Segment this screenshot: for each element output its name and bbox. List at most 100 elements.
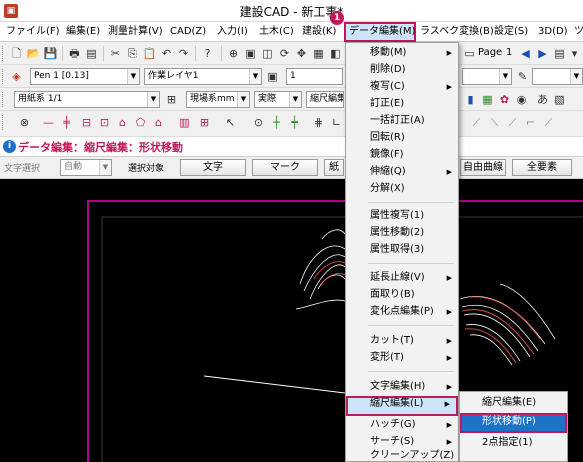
menu-item-move[interactable]: 移動(M) ▶	[346, 45, 458, 61]
toolbar-grip[interactable]	[2, 92, 5, 107]
menu-item-stretch[interactable]: 伸縮(Q) ▶	[346, 164, 458, 180]
menu-raster-vector[interactable]: ラスベク変換(B)	[420, 22, 494, 42]
pen-select[interactable]: Pen 1 [0.13] ▼	[30, 68, 140, 85]
moji-button[interactable]: 文字	[180, 159, 246, 176]
toolbar-grip[interactable]	[2, 69, 5, 84]
pan-icon[interactable]: ✥	[293, 45, 310, 62]
menu-input[interactable]: 入力(I)	[217, 22, 248, 42]
menu-civil[interactable]: 土木(C)	[259, 22, 294, 42]
scale-select[interactable]: 実際 ▼	[254, 91, 302, 108]
menu-item-attr-move[interactable]: 属性移動(2)	[346, 225, 458, 241]
snap-icon[interactable]: ⊗	[16, 114, 33, 131]
undo-icon[interactable]: ↶	[158, 45, 175, 62]
prev-page-icon[interactable]: ◀	[517, 45, 534, 62]
eyedropper-icon[interactable]: ✎	[514, 68, 531, 85]
open-folder-icon[interactable]: 📂	[25, 45, 42, 62]
menu-item-hatch[interactable]: ハッチ(G) ▶	[346, 417, 458, 433]
coordinate-icon[interactable]: ⊞	[163, 91, 180, 108]
menu-item-cut[interactable]: カット(T) ▶	[346, 333, 458, 349]
menu-item-scale-edit[interactable]: 縮尺編集(L) ▶	[346, 396, 458, 416]
offset-icon[interactable]: ⟋	[504, 114, 521, 131]
point-snap-icon[interactable]: ⊙	[250, 114, 267, 131]
hatch-icon[interactable]: ▧	[551, 91, 568, 108]
menu-item-cleanup[interactable]: クリーンアップ(Z)	[346, 448, 458, 462]
line-icon[interactable]: —	[40, 114, 57, 131]
zoom-window-icon[interactable]: ▣	[242, 45, 259, 62]
layer-icon[interactable]: ◈	[8, 68, 25, 85]
help-icon[interactable]: ?	[199, 45, 216, 62]
submenu-item-shape-move[interactable]: 形状移動(P)	[460, 413, 567, 433]
menu-construction[interactable]: 建設(K)	[302, 22, 336, 42]
paper-select[interactable]: 用紙系 1/1 ▼	[14, 91, 160, 108]
mark-button[interactable]: マーク	[252, 159, 318, 176]
unit-select[interactable]: 現場系mm ▼	[186, 91, 250, 108]
menu-3d[interactable]: 3D(D)	[538, 22, 568, 42]
line-type-select[interactable]: ▼	[462, 68, 512, 85]
menu-edit[interactable]: 編集(E)	[66, 22, 100, 42]
partial-button[interactable]: 紙	[324, 159, 344, 176]
menu-tools[interactable]: ツ	[574, 22, 583, 42]
layer-settings-icon[interactable]: ▣	[264, 68, 281, 85]
paint-icon[interactable]: ◉	[513, 91, 530, 108]
free-curve-button[interactable]: 自由曲線	[460, 159, 506, 176]
end-snap-icon[interactable]: ┼	[268, 114, 285, 131]
trim-icon[interactable]: ⟋	[468, 114, 485, 131]
box-icon[interactable]: ⊡	[96, 114, 113, 131]
new-file-icon[interactable]: 🗋	[8, 45, 25, 62]
menu-item-mirror[interactable]: 鏡像(F)	[346, 147, 458, 163]
fillet-icon[interactable]: ⌐	[522, 114, 539, 131]
palette-icon[interactable]: ▦	[479, 91, 496, 108]
house-icon[interactable]: ⌂	[114, 114, 131, 131]
frame-icon[interactable]: ▥	[176, 114, 193, 131]
mid-snap-icon[interactable]: ┿	[286, 114, 303, 131]
line-select[interactable]: 1	[286, 68, 343, 85]
all-elements-button[interactable]: 全要素	[512, 159, 572, 176]
intersection-snap-icon[interactable]: ⋕	[310, 114, 327, 131]
tangent-snap-icon[interactable]: ∟	[328, 114, 345, 131]
style-icon[interactable]: ✿	[496, 91, 513, 108]
redraw-icon[interactable]: ⟳	[276, 45, 293, 62]
layer-select[interactable]: 作業レイヤ1 ▼	[144, 68, 262, 85]
menu-item-transform[interactable]: 変形(T) ▶	[346, 350, 458, 366]
menu-item-attr-copy[interactable]: 属性複写(1)	[346, 208, 458, 224]
menu-item-explode[interactable]: 分解(X)	[346, 181, 458, 197]
zoom-all-icon[interactable]: ◫	[259, 45, 276, 62]
extend-icon[interactable]: ⟍	[486, 114, 503, 131]
shape-icon[interactable]: ⌂	[150, 114, 167, 131]
menu-data-edit[interactable]: データ編集(M)	[344, 22, 416, 42]
paste-icon[interactable]: 📋	[141, 45, 158, 62]
text-icon[interactable]: あ	[534, 91, 551, 108]
submenu-item-two-point[interactable]: 2点指定(1)	[460, 434, 567, 452]
menu-cad[interactable]: CAD(Z)	[170, 22, 206, 42]
save-icon[interactable]: 💾	[42, 45, 59, 62]
print-preview-icon[interactable]: ▤	[83, 45, 100, 62]
polygon-icon[interactable]: ⬠	[132, 114, 149, 131]
copy-icon[interactable]: ⎘	[124, 45, 141, 62]
table-icon[interactable]: ⊞	[196, 114, 213, 131]
menu-item-batch-correct[interactable]: 一括訂正(A)	[346, 113, 458, 129]
rectangle-icon[interactable]: ⊟	[78, 114, 95, 131]
cut-icon[interactable]: ✂	[107, 45, 124, 62]
char-select-dropdown[interactable]: 自動 ▼	[60, 159, 112, 176]
redo-icon[interactable]: ↷	[175, 45, 192, 62]
submenu-item-scale-edit[interactable]: 縮尺編集(E)	[460, 394, 567, 412]
next-page-icon[interactable]: ▶	[534, 45, 551, 62]
cross-line-icon[interactable]: ╪	[58, 114, 75, 131]
menu-item-rotate[interactable]: 回転(R)	[346, 130, 458, 146]
menu-survey[interactable]: 測量計算(V)	[108, 22, 163, 42]
more-icon[interactable]: ▾	[566, 45, 583, 62]
print-icon[interactable]: 🖶	[66, 45, 83, 62]
menu-settings[interactable]: 設定(S)	[494, 22, 528, 42]
menu-file[interactable]: ファイル(F)	[6, 22, 60, 42]
view-icon[interactable]: ◧	[327, 45, 344, 62]
menu-item-delete[interactable]: 削除(D)	[346, 62, 458, 78]
menu-item-chamfer[interactable]: 面取り(B)	[346, 287, 458, 303]
menu-item-vertex-edit[interactable]: 変化点編集(P) ▶	[346, 304, 458, 320]
menu-item-attr-get[interactable]: 属性取得(3)	[346, 242, 458, 258]
mode-select[interactable]: 縮尺編集	[306, 91, 344, 108]
toolbar-grip[interactable]	[2, 46, 5, 61]
toolbar-grip[interactable]	[2, 115, 5, 130]
menu-item-copy[interactable]: 複写(C) ▶	[346, 79, 458, 95]
color-icon[interactable]: ▮	[462, 91, 479, 108]
grid-icon[interactable]: ▦	[310, 45, 327, 62]
